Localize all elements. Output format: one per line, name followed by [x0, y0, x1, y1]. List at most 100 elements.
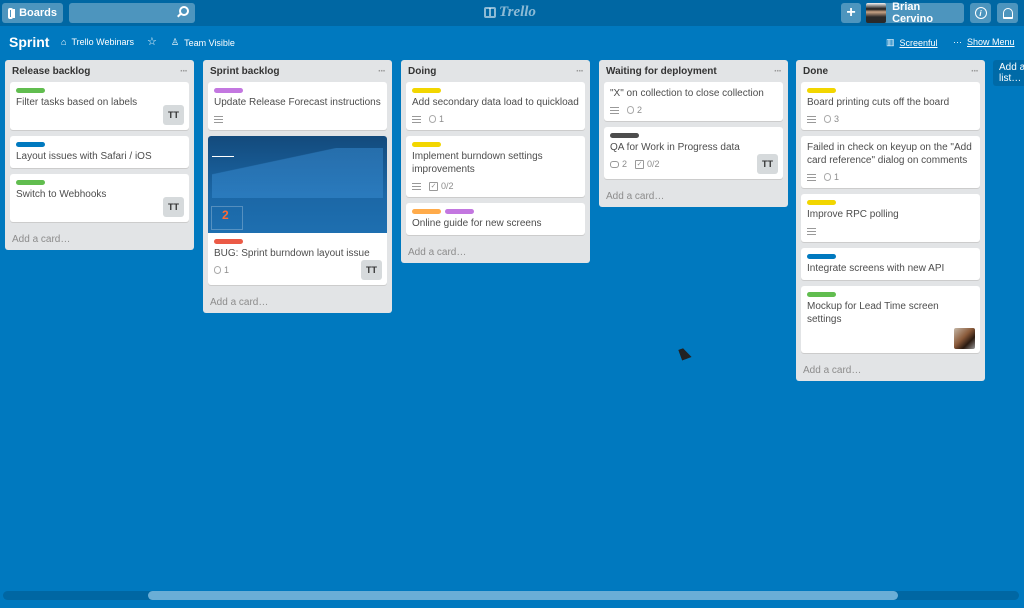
add-card-button[interactable]: Add a card… — [801, 359, 980, 381]
member-avatar[interactable] — [954, 328, 975, 349]
card-labels — [16, 180, 183, 185]
add-card-button[interactable]: Add a card… — [406, 241, 585, 263]
search-icon[interactable] — [179, 6, 189, 16]
card-label[interactable] — [807, 88, 836, 93]
add-card-label: Add a card… — [606, 190, 665, 202]
list-header[interactable]: Release backlog ··· — [10, 60, 189, 82]
card[interactable]: Online guide for new screens — [406, 203, 585, 235]
list-title[interactable]: Sprint backlog — [210, 66, 279, 77]
screenful-label: Screenful — [899, 37, 938, 48]
card[interactable]: Layout issues with Safari / iOS — [10, 136, 189, 168]
member-avatar[interactable]: TT — [163, 197, 184, 217]
list-menu-icon[interactable]: ··· — [378, 66, 386, 77]
team-button[interactable]: ⌂ Trello Webinars — [61, 37, 134, 47]
card[interactable]: Implement burndown settings improvements… — [406, 136, 585, 197]
chart-icon: ▥ — [886, 37, 895, 47]
card-label[interactable] — [610, 133, 639, 138]
list-menu-icon[interactable]: ··· — [774, 66, 782, 77]
card-title: Update Release Forecast instructions — [214, 97, 381, 108]
card[interactable]: Update Release Forecast instructions — [208, 82, 387, 130]
card[interactable]: Mockup for Lead Time screen settings — [801, 286, 980, 353]
card-label[interactable] — [412, 88, 441, 93]
list-sprint-backlog: Sprint backlog ··· Update Release Forecast… — [203, 60, 392, 313]
card[interactable]: Add secondary data load to quickload 1 — [406, 82, 585, 130]
trello-logo[interactable]: Trello — [484, 4, 536, 21]
card[interactable]: Filter tasks based on labels TT — [10, 82, 189, 130]
team-name: Trello Webinars — [71, 37, 134, 47]
card-title: Improve RPC polling — [807, 209, 899, 220]
card-labels — [807, 200, 974, 205]
card-badges — [807, 225, 974, 237]
visibility-button[interactable]: ♙ Team Visible — [171, 37, 235, 48]
list-header[interactable]: Sprint backlog ··· — [208, 60, 387, 82]
list-header[interactable]: Done ··· — [801, 60, 980, 82]
visibility-label: Team Visible — [184, 37, 235, 48]
list-title[interactable]: Done — [803, 66, 828, 77]
card[interactable]: QA for Work in Progress data 2 ✓ 0/2 TT — [604, 127, 783, 179]
member-avatar[interactable]: TT — [163, 105, 184, 125]
checklist-badge: ✓ 0/2 — [429, 180, 454, 193]
notifications-button[interactable] — [997, 3, 1018, 23]
add-card-button[interactable]: Add a card… — [10, 228, 189, 250]
boards-button[interactable]: Boards — [2, 3, 63, 23]
screenful-button[interactable]: ▥ Screenful — [886, 37, 938, 48]
description-badge — [412, 115, 421, 123]
list-title[interactable]: Waiting for deployment — [606, 66, 717, 77]
list-menu-icon[interactable]: ··· — [971, 66, 979, 77]
add-card-label: Add a card… — [803, 364, 862, 376]
plus-icon: + — [846, 4, 856, 21]
comments-badge: 2 — [610, 158, 627, 171]
add-card-button[interactable]: Add a card… — [208, 291, 387, 313]
search-input[interactable] — [69, 3, 195, 23]
user-menu-button[interactable]: Brian Cervino — [866, 1, 964, 25]
board-title[interactable]: Sprint — [9, 34, 49, 50]
card-label[interactable] — [16, 180, 45, 185]
description-icon — [807, 115, 816, 123]
description-icon — [610, 106, 619, 114]
scrollbar-thumb[interactable] — [148, 591, 898, 600]
card[interactable]: "X" on collection to close collection 2 — [604, 82, 783, 121]
info-icon: i — [974, 7, 987, 19]
list-header[interactable]: Doing ··· — [406, 60, 585, 82]
star-button[interactable]: ☆ — [147, 35, 157, 48]
list-menu-icon[interactable]: ··· — [180, 66, 188, 77]
list-done: Done ··· Board printing cuts off the board… — [796, 60, 985, 381]
description-icon — [412, 182, 421, 190]
star-icon: ☆ — [147, 36, 157, 48]
list-header[interactable]: Waiting for deployment ··· — [604, 60, 783, 82]
card-label[interactable] — [214, 239, 243, 244]
member-avatar[interactable]: TT — [361, 260, 382, 280]
card[interactable]: 2 BUG: Sprint burndown layout issue 1 TT — [208, 136, 387, 285]
member-avatar[interactable]: TT — [757, 154, 778, 174]
card[interactable]: Board printing cuts off the board 3 — [801, 82, 980, 130]
card-label[interactable] — [807, 254, 836, 259]
list-title[interactable]: Release backlog — [12, 66, 90, 77]
info-button[interactable]: i — [970, 3, 991, 23]
card-label[interactable] — [412, 209, 441, 214]
list-menu-icon[interactable]: ··· — [576, 66, 584, 77]
card-title: Layout issues with Safari / iOS — [16, 151, 152, 162]
card[interactable]: Integrate screens with new API — [801, 248, 980, 280]
list-title[interactable]: Doing — [408, 66, 436, 77]
card[interactable]: Switch to Webhooks TT — [10, 174, 189, 222]
add-card-label: Add a card… — [12, 233, 71, 245]
checklist-icon: ✓ — [429, 181, 438, 191]
show-menu-button[interactable]: ··· Show Menu — [953, 37, 1015, 47]
card-label[interactable] — [445, 209, 474, 214]
checklist-count: 0/2 — [647, 158, 660, 169]
board-header: Sprint ⌂ Trello Webinars ☆ ♙ Team Visibl… — [0, 27, 1024, 57]
avatar — [866, 3, 887, 23]
create-button[interactable]: + — [841, 3, 861, 23]
card[interactable]: Improve RPC polling — [801, 194, 980, 242]
card-label[interactable] — [807, 292, 836, 297]
card[interactable]: Failed in check on keyup on the "Add car… — [801, 136, 980, 188]
card-label[interactable] — [16, 88, 45, 93]
card-label[interactable] — [214, 88, 243, 93]
card-label[interactable] — [16, 142, 45, 147]
card-label[interactable] — [807, 200, 836, 205]
attachment-count: 3 — [834, 113, 840, 124]
card-labels — [16, 88, 183, 93]
add-list-button[interactable]: Add a list… — [993, 60, 1024, 86]
add-card-button[interactable]: Add a card… — [604, 185, 783, 207]
card-label[interactable] — [412, 142, 441, 147]
